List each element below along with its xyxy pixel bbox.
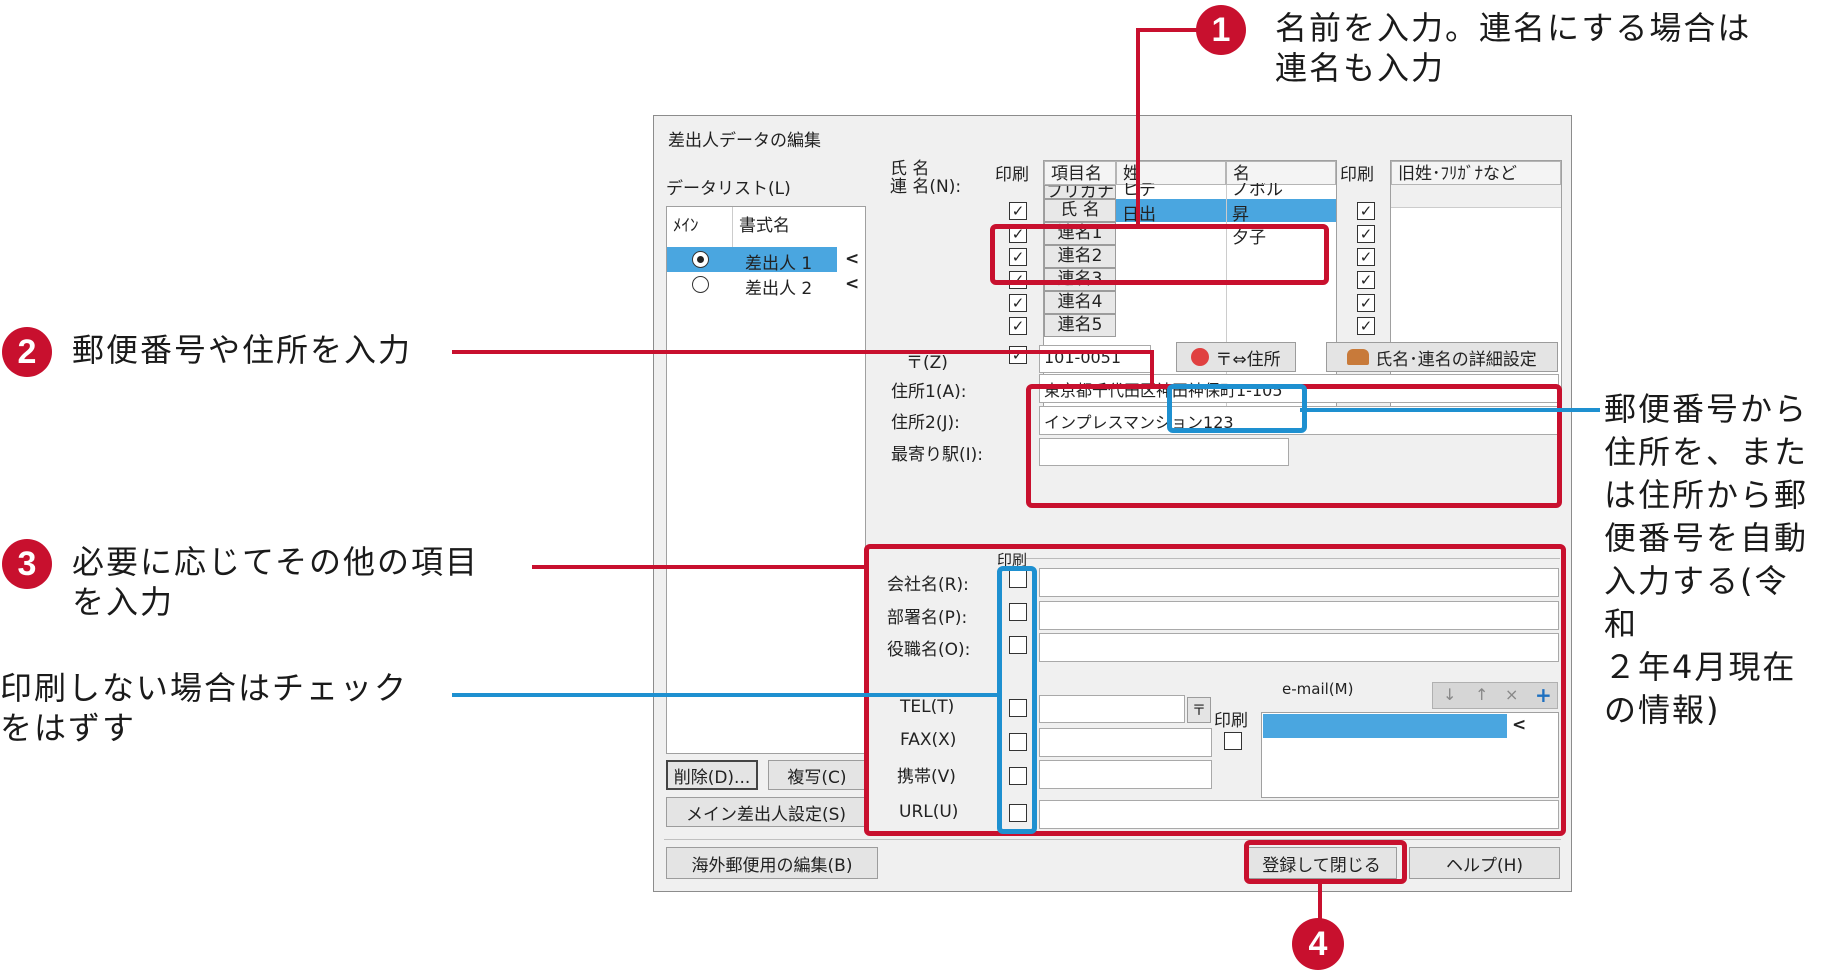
station-label: 最寄り駅(I): — [891, 445, 984, 465]
zip-address-convert-button[interactable]: 〒⇔住所 — [1176, 342, 1296, 372]
renmei5-row-label: 連名5 — [1044, 314, 1116, 337]
highlight-zip-button — [1167, 384, 1307, 433]
people-icon — [1347, 349, 1370, 365]
name-detail-label: 氏名･連名の詳細設定 — [1375, 349, 1537, 370]
old-name-col: 旧姓･ﾌﾘｶﾞﾅなど — [1391, 161, 1561, 185]
callout-badge-1: 1 — [1196, 5, 1246, 55]
datalist-panel: ﾒｲﾝ 書式名 差出人 1 < 差出人 2 < — [666, 206, 866, 754]
datalist-row-2-name: 差出人 2 — [745, 279, 813, 299]
print-checkbox-old-4[interactable]: ✓ — [1357, 271, 1375, 289]
dialog-title: 差出人データの編集 — [668, 131, 821, 151]
highlight-register-button — [1244, 840, 1407, 884]
radio-icon[interactable] — [692, 276, 709, 293]
name-section-label: 氏 名 連 名(N): — [890, 159, 962, 197]
name-col-mei: 名 — [1226, 161, 1336, 185]
address1-label: 住所1(A): — [891, 382, 967, 402]
highlight-other-fields — [864, 544, 1566, 836]
datalist-col-main[interactable]: ﾒｲﾝ — [667, 207, 733, 247]
chevron-left-icon[interactable]: < — [845, 249, 859, 269]
chevron-left-icon[interactable]: < — [845, 274, 859, 294]
print-checkbox-renmei5[interactable]: ✓ — [1009, 317, 1027, 335]
zip-print-checkbox[interactable]: ✓ — [1009, 346, 1027, 364]
callout-2-text: 郵便番号や住所を入力 — [72, 331, 413, 369]
help-button[interactable]: ヘルプ(H) — [1409, 847, 1560, 879]
highlight-name-rows — [990, 224, 1329, 285]
callout-uncheck-text: 印刷しない場合はチェック をはずす — [0, 669, 409, 747]
datalist-label: データリスト(L) — [666, 179, 791, 199]
delete-button[interactable]: 削除(D)... — [666, 760, 758, 790]
highlight-print-checkboxes — [997, 566, 1037, 834]
name-row-label: 氏 名 — [1044, 199, 1116, 222]
callout-badge-2: 2 — [2, 327, 52, 377]
print-checkbox-name[interactable]: ✓ — [1009, 202, 1027, 220]
zip-convert-label: 〒⇔住所 — [1215, 349, 1281, 370]
print-checkbox-old-3[interactable]: ✓ — [1357, 248, 1375, 266]
callout-1-text: 名前を入力。連名にする場合は 連名も入力 — [1275, 9, 1752, 87]
datalist-row-1-name: 差出人 1 — [745, 254, 813, 274]
old-name-print-header: 印刷 — [1340, 165, 1374, 185]
callout-badge-3: 3 — [2, 539, 52, 589]
name-mei-field[interactable]: 昇 — [1232, 200, 1249, 225]
print-checkbox-old-5[interactable]: ✓ — [1357, 294, 1375, 312]
name-col-sei: 姓 — [1116, 161, 1226, 185]
print-checkbox-renmei4[interactable]: ✓ — [1009, 294, 1027, 312]
callout-3-text: 必要に応じてその他の項目 を入力 — [72, 543, 480, 621]
print-checkbox-old-1[interactable]: ✓ — [1357, 202, 1375, 220]
address2-label: 住所2(J): — [891, 413, 960, 433]
print-checkbox-old-2[interactable]: ✓ — [1357, 225, 1375, 243]
copy-button[interactable]: 複写(C) — [768, 760, 866, 790]
print-checkbox-old-6[interactable]: ✓ — [1357, 317, 1375, 335]
name-col-item: 項目名 — [1044, 161, 1116, 185]
radio-icon[interactable] — [692, 251, 709, 268]
name-detail-settings-button[interactable]: 氏名･連名の詳細設定 — [1326, 342, 1558, 372]
overseas-edit-button[interactable]: 海外郵便用の編集(B) — [666, 847, 878, 879]
postman-icon — [1191, 348, 1210, 366]
name-print-header: 印刷 — [995, 165, 1029, 185]
datalist-col-name[interactable]: 書式名 — [733, 207, 865, 247]
furigana-row-label: フリガナ — [1044, 185, 1116, 199]
main-sender-button[interactable]: メイン差出人設定(S) — [666, 797, 866, 827]
callout-zip-text: 郵便番号から 住所を、また は住所から郵 便番号を自動 入力する(令和 ２年4月… — [1604, 390, 1809, 729]
furigana-mei[interactable]: ノボル — [1232, 183, 1283, 199]
callout-badge-4: 4 — [1292, 918, 1344, 970]
renmei4-row-label: 連名4 — [1044, 291, 1116, 314]
